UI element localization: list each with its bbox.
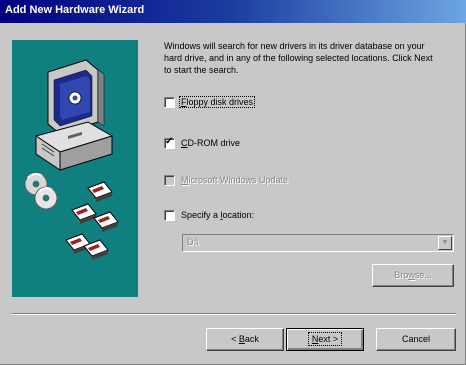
cd-disc-icon bbox=[24, 172, 58, 210]
specify-location-checkbox[interactable]: Specify a location: bbox=[164, 208, 255, 222]
cdrom-drive-label[interactable]: CD-ROM drive bbox=[180, 138, 241, 148]
dropdown-arrow-icon: ▼ bbox=[438, 236, 452, 250]
back-button[interactable]: < Back bbox=[206, 328, 284, 351]
windows-update-label: Microsoft Windows Update bbox=[181, 175, 289, 185]
checkbox-box[interactable] bbox=[164, 96, 175, 108]
checkbox-box[interactable] bbox=[164, 209, 175, 221]
next-button[interactable]: Next > bbox=[286, 328, 364, 351]
title-bar[interactable]: Add New Hardware Wizard bbox=[0, 0, 466, 23]
wizard-window: Add New Hardware Wizard Windows will sea… bbox=[0, 0, 466, 365]
floppy-disk-icon bbox=[65, 181, 119, 260]
next-focus-ring: Next > bbox=[307, 332, 343, 346]
location-combobox: D:\ ▼ bbox=[182, 234, 454, 252]
instructions-text: Windows will search for new drivers in i… bbox=[164, 41, 433, 75]
window-title: Add New Hardware Wizard bbox=[5, 4, 145, 16]
computer-icon bbox=[34, 59, 114, 171]
browse-button: Browse... bbox=[372, 264, 454, 287]
cdrom-drive-checkbox[interactable]: ✓ CD-ROM drive bbox=[164, 136, 241, 150]
checkmark-icon: ✓ bbox=[165, 135, 174, 147]
separator bbox=[12, 313, 456, 315]
hardware-illustration bbox=[24, 59, 119, 260]
specify-location-label[interactable]: Specify a location: bbox=[180, 210, 255, 220]
location-value: D:\ bbox=[187, 237, 199, 247]
cancel-button[interactable]: Cancel bbox=[376, 328, 456, 351]
floppy-drives-label[interactable]: Floppy disk drives bbox=[178, 96, 256, 108]
floppy-drives-checkbox[interactable]: Floppy disk drives bbox=[164, 95, 256, 109]
wizard-illustration bbox=[12, 40, 138, 297]
windows-update-checkbox: Microsoft Windows Update bbox=[164, 173, 289, 187]
checkbox-box[interactable]: ✓ bbox=[164, 135, 175, 149]
checkbox-box bbox=[164, 174, 175, 186]
